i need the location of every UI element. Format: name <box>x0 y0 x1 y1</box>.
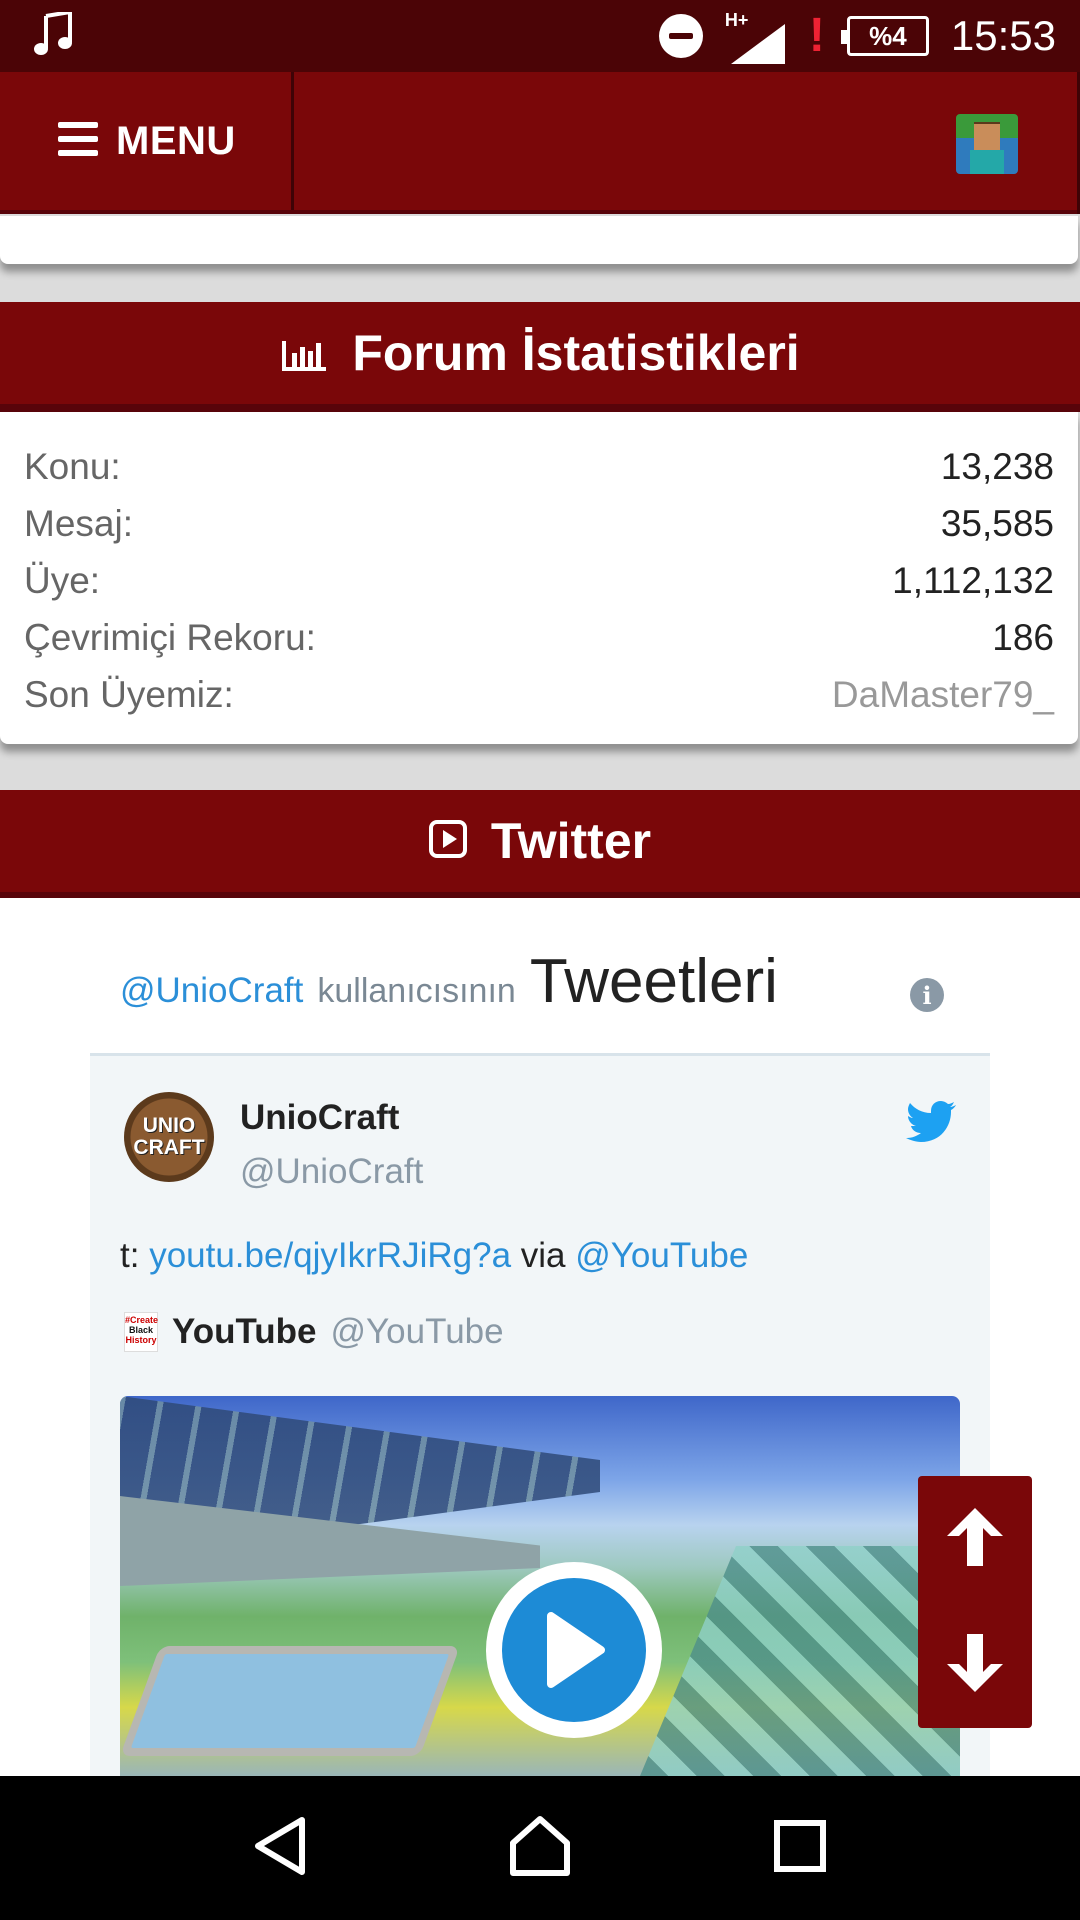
do-not-disturb-icon <box>658 14 703 58</box>
stat-value: 35,585 <box>940 502 1054 544</box>
signal-icon: H+ <box>725 8 787 64</box>
arrow-up-icon <box>943 1504 1007 1575</box>
play-icon <box>502 1578 646 1722</box>
badge-line: #Create <box>125 1315 159 1325</box>
tweet-text: t: youtu.be/qjyIkrRJiRg?a via @YouTube <box>120 1236 748 1276</box>
tweet-text-via: via <box>511 1236 576 1275</box>
music-note-icon <box>34 9 74 61</box>
back-button[interactable] <box>230 1798 330 1898</box>
stat-row: Mesaj: 35,585 <box>24 495 1054 552</box>
twitter-bird-icon[interactable] <box>906 1100 956 1147</box>
video-thumbnail[interactable] <box>120 1396 960 1776</box>
hamburger-icon <box>58 121 98 161</box>
timeline-header-text: kullanıcısının <box>317 972 516 1010</box>
clock: 15:53 <box>950 12 1056 59</box>
stat-label: Üye: <box>24 559 101 601</box>
bar-chart-icon <box>280 331 328 376</box>
avatar-logo-line: UNIO <box>142 1114 196 1137</box>
system-navigation-bar <box>0 1776 1080 1920</box>
battery-icon: %4 <box>840 16 929 56</box>
stat-label: Son Üyemiz: <box>24 673 234 715</box>
menu-button[interactable]: MENU <box>0 72 294 210</box>
stat-value: 186 <box>992 616 1054 658</box>
youtube-avatar: #Create Black History <box>124 1312 158 1352</box>
quoted-username: @YouTube <box>330 1312 504 1351</box>
alert-icon: ! <box>808 9 825 62</box>
timeline-title: Tweetleri <box>529 947 778 1016</box>
newest-member-link[interactable]: DaMaster79_ <box>832 674 1054 716</box>
tweet-text-prefix: t: <box>120 1236 150 1275</box>
quoted-account[interactable]: #Create Black History YouTube @YouTube <box>124 1312 504 1352</box>
user-avatar[interactable] <box>956 114 1018 174</box>
stat-row: Konu: 13,238 <box>24 438 1054 495</box>
menu-label: MENU <box>116 118 236 163</box>
badge-line: History <box>125 1335 157 1345</box>
timeline-header: @UnioCraft kullanıcısının Tweetleri <box>120 946 778 1017</box>
stat-value: 13,238 <box>940 445 1054 487</box>
recents-button[interactable] <box>750 1798 850 1898</box>
stats-title: Forum İstatistikleri <box>352 325 800 381</box>
play-button[interactable] <box>486 1562 662 1738</box>
back-triangle-icon <box>252 1816 308 1881</box>
play-square-icon <box>428 819 467 863</box>
thumbnail-detail <box>640 1546 960 1776</box>
stat-value: 1,112,132 <box>892 559 1054 601</box>
previous-card-bottom <box>0 216 1078 264</box>
tweet-author-name[interactable]: UnioCraft <box>240 1098 399 1138</box>
tweet-mention[interactable]: @YouTube <box>575 1236 748 1275</box>
avatar-logo-line: CRAFT <box>133 1136 205 1159</box>
thumbnail-detail <box>120 1646 461 1756</box>
twitter-header: Twitter <box>0 790 1080 900</box>
battery-level: %4 <box>869 20 907 51</box>
scroll-down-button[interactable] <box>918 1602 1032 1728</box>
tweet-card[interactable]: UNIO CRAFT UnioCraft @UnioCraft t: youtu.… <box>90 1056 990 1776</box>
stat-label: Mesaj: <box>24 502 133 544</box>
stats-card: Konu: 13,238 Mesaj: 35,585 Üye: 1,112,13… <box>0 412 1078 744</box>
stat-row: Çevrimiçi Rekoru: 186 <box>24 609 1054 666</box>
home-button[interactable] <box>490 1798 590 1898</box>
stat-row: Üye: 1,112,132 <box>24 552 1054 609</box>
top-navigation: MENU <box>0 72 1080 214</box>
scroll-up-button[interactable] <box>918 1476 1032 1602</box>
tweet-author-username[interactable]: @UnioCraft <box>240 1152 423 1192</box>
stat-label: Çevrimiçi Rekoru: <box>24 616 316 658</box>
timeline-handle-link[interactable]: @UnioCraft <box>120 971 303 1011</box>
stat-label: Konu: <box>24 445 121 487</box>
stat-row: Son Üyemiz: DaMaster79_ <box>24 666 1054 723</box>
badge-line: Black <box>128 1325 154 1335</box>
twitter-title: Twitter <box>490 813 652 869</box>
status-bar: H+ ! %4 15:53 <box>0 0 1080 72</box>
info-icon[interactable]: i <box>910 978 944 1012</box>
tweet-author-avatar[interactable]: UNIO CRAFT <box>124 1092 214 1182</box>
home-icon <box>509 1815 571 1882</box>
scroll-controls <box>918 1476 1032 1728</box>
quoted-name: YouTube <box>172 1312 317 1351</box>
arrow-down-icon <box>943 1630 1007 1701</box>
recents-square-icon <box>774 1819 826 1877</box>
tweet-link[interactable]: youtu.be/qjyIkrRJiRg?a <box>149 1236 511 1275</box>
stats-header: Forum İstatistikleri <box>0 302 1080 412</box>
